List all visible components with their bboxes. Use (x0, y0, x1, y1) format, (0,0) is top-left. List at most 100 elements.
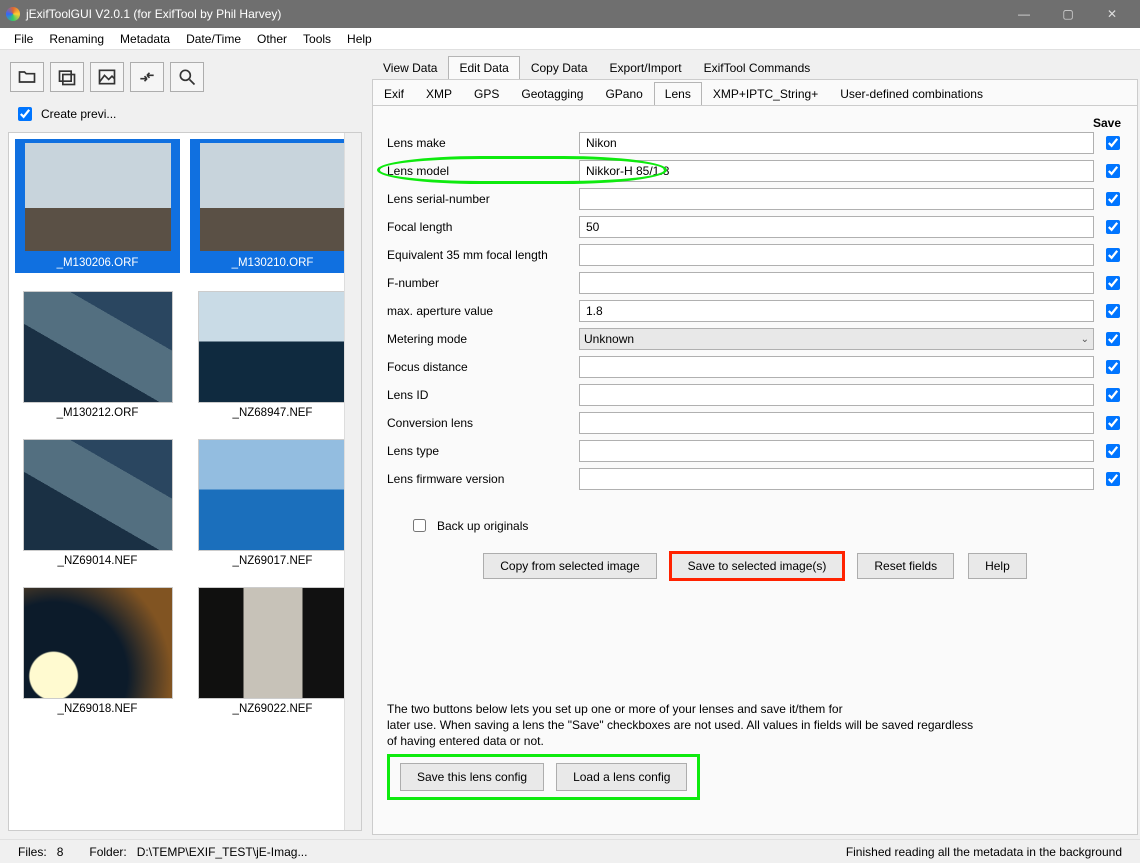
left-panel: Create previ... _M130206.ORF_M130210.ORF… (0, 50, 370, 839)
right-panel: View Data Edit Data Copy Data Export/Imp… (370, 50, 1140, 839)
subtab-xmp[interactable]: XMP (415, 82, 463, 105)
metering-select[interactable]: Unknown ⌄ (579, 328, 1094, 350)
lens-make-save-checkbox[interactable] (1106, 136, 1120, 150)
lens-type-input[interactable] (579, 440, 1094, 462)
thumbnail-item[interactable]: _NZ68947.NEF (190, 291, 355, 421)
help-button[interactable]: Help (968, 553, 1027, 579)
thumbnail-image (198, 141, 348, 253)
focus-dist-input[interactable] (579, 356, 1094, 378)
subtab-lens[interactable]: Lens (654, 82, 702, 105)
config-note-line: later use. When saving a lens the "Save"… (387, 717, 1123, 733)
subtab-exif[interactable]: Exif (373, 82, 415, 105)
thumbnail-grid[interactable]: _M130206.ORF _M130210.ORF _M130212.ORF _NZ6… (8, 132, 362, 831)
app-logo-icon (6, 7, 20, 21)
subtab-userdef[interactable]: User-defined combinations (829, 82, 994, 105)
fnumber-save-checkbox[interactable] (1106, 276, 1120, 290)
thumbnail-item[interactable]: _NZ69014.NEF (15, 439, 180, 569)
lens-type-save-checkbox[interactable] (1106, 444, 1120, 458)
thumbnail-item[interactable]: _M130206.ORF (15, 139, 180, 273)
create-preview-checkbox[interactable] (18, 107, 32, 121)
main-tabs: View Data Edit Data Copy Data Export/Imp… (372, 54, 1138, 79)
reset-fields-button[interactable]: Reset fields (857, 553, 954, 579)
lens-serial-save-checkbox[interactable] (1106, 192, 1120, 206)
save-to-selected-button[interactable]: Save to selected image(s) (671, 553, 844, 579)
tab-export-import[interactable]: Export/Import (599, 56, 693, 79)
save-lens-config-button[interactable]: Save this lens config (400, 763, 544, 791)
left-toolbar (8, 58, 362, 102)
max-aperture-label: max. aperture value (387, 304, 569, 318)
focus-dist-save-checkbox[interactable] (1106, 360, 1120, 374)
menu-other[interactable]: Other (249, 30, 295, 48)
metering-save-checkbox[interactable] (1106, 332, 1120, 346)
max-aperture-input[interactable] (579, 300, 1094, 322)
fnumber-label: F-number (387, 276, 569, 290)
lens-fw-input[interactable] (579, 468, 1094, 490)
status-message: Finished reading all the metadata in the… (846, 845, 1122, 859)
thumbnail-caption: _NZ69017.NEF (233, 551, 313, 569)
lens-make-input[interactable] (579, 132, 1094, 154)
thumbnail-item[interactable]: _M130212.ORF (15, 291, 180, 421)
lens-fw-label: Lens firmware version (387, 472, 569, 486)
subtab-gps[interactable]: GPS (463, 82, 510, 105)
tab-edit-data[interactable]: Edit Data (448, 56, 519, 79)
conversion-lens-save-checkbox[interactable] (1106, 416, 1120, 430)
thumbnail-image (198, 291, 348, 403)
open-folder-icon[interactable] (10, 62, 44, 92)
load-lens-config-button[interactable]: Load a lens config (556, 763, 687, 791)
minimize-button[interactable]: — (1002, 0, 1046, 28)
menu-metadata[interactable]: Metadata (112, 30, 178, 48)
copy-from-selected-button[interactable]: Copy from selected image (483, 553, 656, 579)
tab-exiftool-cmd[interactable]: ExifTool Commands (693, 56, 822, 79)
thumbnail-item[interactable]: _NZ69018.NEF (15, 587, 180, 717)
conversion-lens-input[interactable] (579, 412, 1094, 434)
thumbnail-image (23, 291, 173, 403)
lens-model-save-checkbox[interactable] (1106, 164, 1120, 178)
thumbnail-item[interactable]: _M130210.ORF (190, 139, 355, 273)
menu-datetime[interactable]: Date/Time (178, 30, 249, 48)
status-files-label: Files: (18, 845, 47, 859)
search-icon[interactable] (170, 62, 204, 92)
close-button[interactable]: ✕ (1090, 0, 1134, 28)
focal-length-input[interactable] (579, 216, 1094, 238)
eq35-input[interactable] (579, 244, 1094, 266)
focal-length-label: Focal length (387, 220, 569, 234)
subtab-xmp-iptc[interactable]: XMP+IPTC_String+ (702, 82, 829, 105)
subtab-geotag[interactable]: Geotagging (510, 82, 594, 105)
menubar: File Renaming Metadata Date/Time Other T… (0, 28, 1140, 50)
metering-value: Unknown (584, 332, 634, 346)
lens-serial-input[interactable] (579, 188, 1094, 210)
focal-length-save-checkbox[interactable] (1106, 220, 1120, 234)
eq35-save-checkbox[interactable] (1106, 248, 1120, 262)
maximize-button[interactable]: ▢ (1046, 0, 1090, 28)
max-aperture-save-checkbox[interactable] (1106, 304, 1120, 318)
status-folder-value: D:\TEMP\EXIF_TEST\jE-Imag... (137, 845, 308, 859)
titlebar: jExifToolGUI V2.0.1 (for ExifTool by Phi… (0, 0, 1140, 28)
lens-id-save-checkbox[interactable] (1106, 388, 1120, 402)
thumbnail-caption: _M130206.ORF (57, 253, 139, 271)
lens-fw-save-checkbox[interactable] (1106, 472, 1120, 486)
window-title: jExifToolGUI V2.0.1 (for ExifTool by Phi… (26, 7, 1002, 21)
thumbnail-image (198, 587, 348, 699)
backup-originals-checkbox[interactable] (413, 519, 426, 532)
lens-model-input[interactable] (579, 160, 1094, 182)
thumbnail-caption: _M130212.ORF (57, 403, 139, 421)
lens-make-label: Lens make (387, 136, 569, 150)
menu-renaming[interactable]: Renaming (41, 30, 112, 48)
tab-view-data[interactable]: View Data (372, 56, 448, 79)
menu-file[interactable]: File (6, 30, 41, 48)
lens-id-input[interactable] (579, 384, 1094, 406)
config-buttons-highlight: Save this lens config Load a lens config (387, 754, 700, 800)
thumbnail-image (23, 587, 173, 699)
thumbnail-item[interactable]: _NZ69017.NEF (190, 439, 355, 569)
subtab-gpano[interactable]: GPano (594, 82, 653, 105)
rotate-arrows-icon[interactable] (130, 62, 164, 92)
image-icon[interactable] (90, 62, 124, 92)
thumbnail-item[interactable]: _NZ69022.NEF (190, 587, 355, 717)
menu-help[interactable]: Help (339, 30, 380, 48)
fnumber-input[interactable] (579, 272, 1094, 294)
menu-tools[interactable]: Tools (295, 30, 339, 48)
tab-copy-data[interactable]: Copy Data (520, 56, 599, 79)
load-images-icon[interactable] (50, 62, 84, 92)
status-folder-label: Folder: (89, 845, 126, 859)
thumbnail-image (198, 439, 348, 551)
